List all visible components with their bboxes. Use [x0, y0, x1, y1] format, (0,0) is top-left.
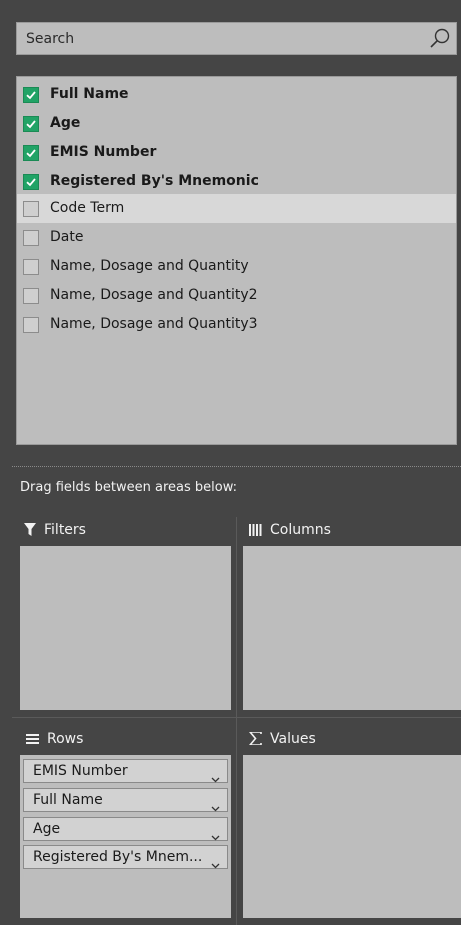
sigma-icon [248, 731, 270, 747]
splitter[interactable] [12, 466, 461, 467]
filters-drop-area[interactable] [20, 546, 231, 710]
row-field-chip[interactable]: Age [23, 817, 228, 841]
row-field-chip[interactable]: Registered By's Mnem... [23, 845, 228, 869]
field-label: Name, Dosage and Quantity3 [50, 316, 258, 332]
values-area-header: Values [248, 731, 316, 747]
chip-label: Registered By's Mnem... [33, 849, 203, 865]
chevron-down-icon[interactable] [211, 768, 220, 787]
field-checkbox[interactable] [23, 288, 39, 304]
field-item-date[interactable]: Date [17, 223, 456, 252]
field-label: EMIS Number [50, 144, 157, 160]
field-checkbox[interactable] [23, 230, 39, 246]
rows-drop-area[interactable]: EMIS Number Full Name Age Registered By'… [20, 755, 231, 918]
columns-label: Columns [270, 522, 331, 538]
field-label: Name, Dosage and Quantity [50, 258, 249, 274]
field-checkbox[interactable] [23, 259, 39, 275]
field-item-age[interactable]: Age [17, 109, 456, 138]
filter-icon [24, 522, 44, 538]
chip-label: Age [33, 821, 61, 837]
field-label: Full Name [50, 86, 129, 102]
chevron-down-icon[interactable] [211, 854, 220, 873]
rows-icon [26, 731, 47, 747]
chevron-down-icon[interactable] [211, 797, 220, 816]
filters-label: Filters [44, 522, 86, 538]
field-item-emis-number[interactable]: EMIS Number [17, 138, 456, 167]
field-label: Age [50, 115, 81, 131]
values-drop-area[interactable] [243, 755, 461, 918]
chevron-down-icon[interactable] [211, 826, 220, 845]
field-checkbox[interactable] [23, 87, 39, 103]
field-checkbox[interactable] [23, 317, 39, 333]
search-icon[interactable] [428, 27, 452, 51]
field-checkbox[interactable] [23, 116, 39, 132]
field-item-code-term[interactable]: Code Term [17, 194, 456, 223]
field-item-name-dosage-quantity2[interactable]: Name, Dosage and Quantity2 [17, 281, 456, 310]
rows-area-header: Rows [26, 731, 83, 747]
values-label: Values [270, 731, 316, 747]
field-item-registered-by-mnemonic[interactable]: Registered By's Mnemonic [17, 167, 456, 196]
drag-caption: Drag fields between areas below: [20, 480, 238, 495]
chip-label: Full Name [33, 792, 103, 808]
field-checkbox[interactable] [23, 174, 39, 190]
field-checkbox[interactable] [23, 145, 39, 161]
columns-drop-area[interactable] [243, 546, 461, 710]
filters-area-header: Filters [24, 522, 86, 538]
rows-label: Rows [47, 731, 84, 747]
field-item-name-dosage-quantity3[interactable]: Name, Dosage and Quantity3 [17, 310, 456, 339]
field-label: Name, Dosage and Quantity2 [50, 287, 258, 303]
columns-icon [249, 522, 270, 538]
field-label: Registered By's Mnemonic [50, 173, 259, 189]
area-divider-horizontal [12, 717, 461, 718]
field-item-full-name[interactable]: Full Name [17, 80, 456, 109]
area-divider-vertical [236, 517, 237, 925]
row-field-chip[interactable]: Full Name [23, 788, 228, 812]
field-label: Code Term [50, 200, 125, 216]
search-input[interactable] [17, 23, 422, 54]
field-checkbox[interactable] [23, 201, 39, 217]
field-label: Date [50, 229, 84, 245]
row-field-chip[interactable]: EMIS Number [23, 759, 228, 783]
field-search-box[interactable] [16, 22, 457, 55]
pivot-field-list: Full Name Age EMIS Number Registered By'… [16, 76, 457, 445]
field-item-name-dosage-quantity[interactable]: Name, Dosage and Quantity [17, 252, 456, 281]
chip-label: EMIS Number [33, 763, 128, 779]
columns-area-header: Columns [249, 522, 331, 538]
